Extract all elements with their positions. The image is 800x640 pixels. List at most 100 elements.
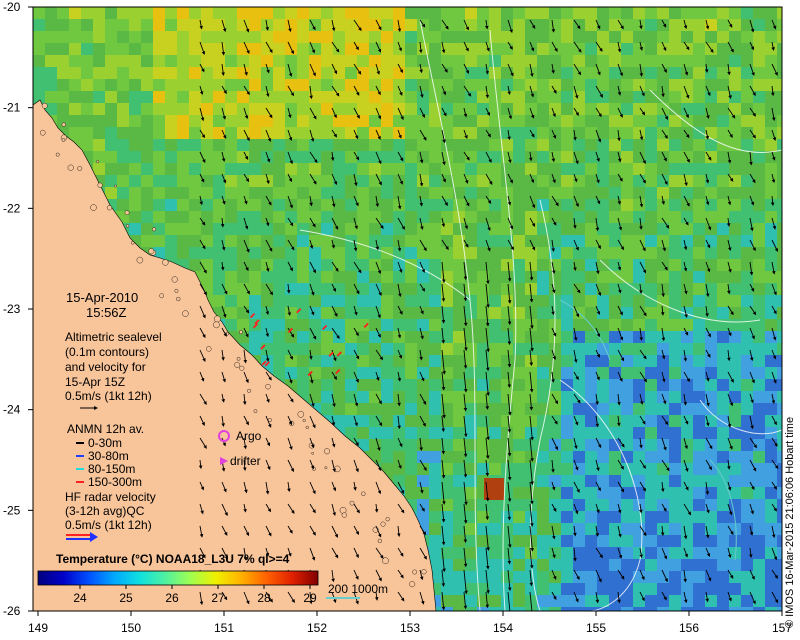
sst-cell [237, 55, 249, 67]
sst-cell [33, 55, 45, 67]
sst-cell [537, 547, 549, 559]
sst-cell [537, 163, 549, 175]
sst-cell [693, 487, 705, 499]
sst-cell [453, 571, 465, 583]
sst-cell [489, 439, 501, 451]
sst-cell [753, 211, 765, 223]
sst-cell [741, 595, 753, 607]
sst-cell [297, 295, 309, 307]
sst-cell [93, 103, 105, 115]
sst-cell [177, 235, 189, 247]
sst-cell [225, 139, 237, 151]
sst-cell [405, 91, 417, 103]
sst-cell [609, 583, 621, 595]
sst-cell [669, 571, 681, 583]
sst-cell [369, 187, 381, 199]
sst-cell [549, 211, 561, 223]
sst-cell [645, 475, 657, 487]
sst-cell [57, 79, 69, 91]
sst-cell [453, 427, 465, 439]
island [382, 557, 389, 565]
sst-cell [57, 91, 69, 103]
sst-cell [597, 403, 609, 415]
sst-cell [777, 223, 782, 235]
sst-cell [585, 571, 597, 583]
sst-cell [249, 67, 261, 79]
sst-cell [345, 67, 357, 79]
sst-cell [633, 451, 645, 463]
sst-cell [621, 55, 633, 67]
sst-cell [321, 379, 333, 391]
sst-cell [453, 67, 465, 79]
sst-cell [621, 259, 633, 271]
sst-cell [729, 31, 741, 43]
sst-cell [525, 199, 537, 211]
sst-cell [321, 403, 333, 415]
sst-cell [753, 379, 765, 391]
sst-cell [285, 103, 297, 115]
sst-cell [537, 91, 549, 103]
sst-cell [693, 571, 705, 583]
sst-cell [429, 127, 441, 139]
sst-cell [237, 235, 249, 247]
sst-cell [369, 7, 381, 19]
sst-cell [117, 163, 129, 175]
sst-cell [261, 163, 273, 175]
sst-cell [729, 523, 741, 535]
sst-cell [585, 199, 597, 211]
sst-cell [417, 379, 429, 391]
sst-cell [489, 379, 501, 391]
sst-cell [501, 427, 513, 439]
sst-cell [381, 163, 393, 175]
sst-cell [501, 367, 513, 379]
sst-cell [285, 295, 297, 307]
sst-cell [237, 307, 249, 319]
sst-cell [453, 163, 465, 175]
sst-cell [729, 535, 741, 547]
sst-cell [465, 187, 477, 199]
sst-cell [597, 523, 609, 535]
sst-cell [645, 139, 657, 151]
sst-cell [405, 295, 417, 307]
sst-cell [681, 19, 693, 31]
sst-cell [681, 235, 693, 247]
sst-cell [441, 427, 453, 439]
sst-cell [561, 583, 573, 595]
island [162, 259, 169, 266]
sst-cell [429, 355, 441, 367]
sst-cell [441, 247, 453, 259]
sst-cell [345, 91, 357, 103]
sst-cell [273, 223, 285, 235]
sst-cell [573, 199, 585, 211]
sst-cell [309, 283, 321, 295]
sst-cell [165, 223, 177, 235]
sst-cell [597, 139, 609, 151]
sst-cell [513, 7, 525, 19]
sst-cell [705, 607, 717, 611]
sst-cell [357, 403, 369, 415]
sst-cell [645, 403, 657, 415]
sst-cell [441, 583, 453, 595]
sst-cell [633, 223, 645, 235]
sst-cell [585, 187, 597, 199]
sst-cell [381, 67, 393, 79]
sst-cell [585, 79, 597, 91]
sst-cell [645, 163, 657, 175]
altimetry-line-4: 15-Apr 15Z [65, 375, 126, 389]
sst-cell [753, 583, 765, 595]
sst-cell [621, 127, 633, 139]
sst-cell [249, 55, 261, 67]
colorbar-tick-label: 26 [165, 591, 179, 605]
sst-cell [129, 55, 141, 67]
sst-cell [81, 31, 93, 43]
sst-cell [753, 103, 765, 115]
sst-cell [441, 475, 453, 487]
sst-cell [645, 283, 657, 295]
sst-cell [597, 55, 609, 67]
sst-cell [729, 595, 741, 607]
sst-cell [357, 7, 369, 19]
sst-cell [609, 79, 621, 91]
sst-cell [513, 415, 525, 427]
sst-cell [765, 19, 777, 31]
sst-cell [345, 115, 357, 127]
